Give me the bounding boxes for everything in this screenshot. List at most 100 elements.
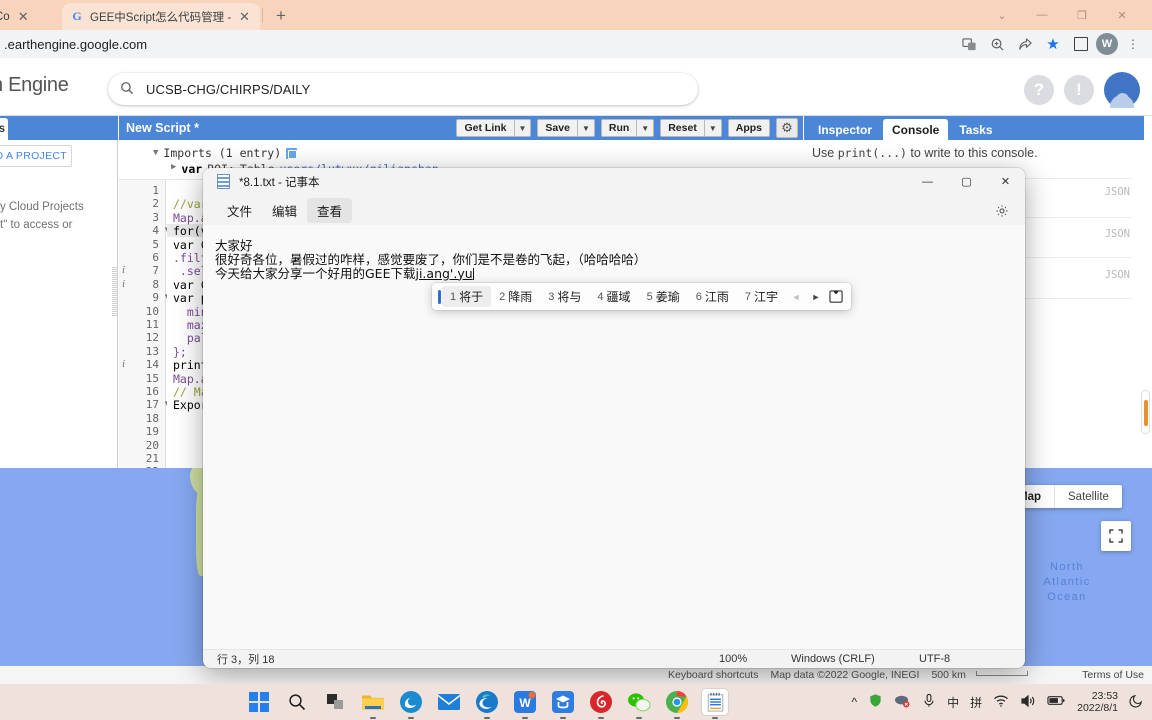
gear-icon[interactable] — [991, 201, 1013, 221]
browser-tab-1[interactable]: G GEE中Script怎么代码管理 - Goo ✕ — [62, 3, 260, 30]
edge[interactable] — [474, 689, 500, 719]
save-button[interactable]: Save — [537, 119, 577, 137]
chevron-down-icon[interactable]: ▼ — [513, 119, 532, 137]
run-button-group[interactable]: Run ▼ — [600, 119, 655, 137]
ime-candidate-5[interactable]: 5 姜瑜 — [639, 286, 688, 307]
map-type-satellite[interactable]: Satellite — [1054, 485, 1122, 508]
imports-header[interactable]: ▼ Imports (1 entry) — [153, 146, 298, 160]
ime-prev-page-icon[interactable]: ◄ — [786, 292, 806, 302]
wechat[interactable] — [626, 689, 652, 719]
task-view-button[interactable] — [322, 689, 348, 715]
alert-icon[interactable]: ! — [1064, 75, 1094, 105]
new-project-button[interactable]: O A PROJECT — [0, 145, 72, 167]
battery-icon[interactable] — [1047, 694, 1066, 710]
search-input[interactable]: UCSB-CHG/CHIRPS/DAILY — [108, 73, 698, 105]
ime-mode-indicator[interactable]: 中 — [947, 694, 959, 711]
chevron-down-icon[interactable]: ▼ — [153, 148, 158, 158]
menu-dots-icon[interactable]: ⋮ — [1120, 31, 1146, 57]
ime-candidate-4[interactable]: 4 疆域 — [589, 286, 638, 307]
reset-button-group[interactable]: Reset ▼ — [660, 119, 722, 137]
avatar[interactable] — [1104, 72, 1140, 108]
notepad[interactable] — [702, 689, 728, 719]
mail[interactable] — [436, 689, 462, 715]
tab-inspector[interactable]: Inspector — [809, 119, 881, 140]
ime-candidate-6[interactable]: 6 江雨 — [688, 286, 737, 307]
get-link-button-group[interactable]: Get Link ▼ — [456, 119, 532, 137]
save-button-group[interactable]: Save ▼ — [537, 119, 595, 137]
browser-tab-0[interactable]: gine Co ✕ — [0, 3, 42, 30]
help-icon[interactable]: ? — [1024, 75, 1054, 105]
zoom-icon[interactable] — [984, 31, 1010, 57]
close-icon[interactable]: ✕ — [1102, 0, 1142, 30]
xuexi-app[interactable] — [550, 689, 576, 719]
close-icon[interactable]: ✕ — [237, 9, 252, 24]
green-shield-icon[interactable] — [868, 693, 883, 711]
sidebar-item-assets[interactable]: ts — [0, 118, 8, 140]
mic-icon[interactable] — [922, 693, 936, 711]
terms-of-use-link[interactable]: Terms of Use — [1082, 669, 1144, 681]
netease-music[interactable] — [588, 689, 614, 719]
address-bar[interactable]: .earthengine.google.com — [0, 30, 147, 58]
chevron-down-icon[interactable]: ▼ — [636, 119, 655, 137]
ime-candidate-2[interactable]: 2 降雨 — [491, 286, 540, 307]
chevron-down-icon[interactable]: ▼ — [576, 119, 595, 137]
ime-pinyin-indicator[interactable]: 拼 — [970, 694, 982, 711]
edge-legacy[interactable] — [398, 689, 424, 719]
menu-file[interactable]: 文件 — [217, 198, 262, 223]
console-scrollbar-thumb[interactable] — [1144, 400, 1148, 426]
notepad-window[interactable]: *8.1.txt - 记事本 — ▢ ✕ 文件 编辑 查看 大家好 很好奇各位，… — [203, 168, 1025, 668]
start-button[interactable] — [246, 689, 272, 715]
menu-view[interactable]: 查看 — [307, 197, 353, 223]
zoom-level[interactable]: 100% — [719, 653, 747, 665]
console-json-label[interactable]: JSON — [1105, 269, 1130, 281]
ime-next-page-icon[interactable]: ► — [806, 292, 826, 302]
cloud-error-icon[interactable] — [894, 693, 911, 711]
maximize-icon[interactable]: ❐ — [1062, 0, 1102, 30]
new-tab-button[interactable]: + — [270, 5, 292, 27]
tab-tasks[interactable]: Tasks — [950, 119, 1001, 140]
line-info-icon[interactable]: i — [122, 278, 125, 290]
chevron-right-icon[interactable]: ▶ — [171, 162, 176, 176]
get-link-button[interactable]: Get Link — [456, 119, 514, 137]
console-json-label[interactable]: JSON — [1105, 228, 1130, 240]
wps-office[interactable]: W — [512, 689, 538, 719]
ime-candidate-1[interactable]: 1 将于 — [442, 286, 492, 307]
assets-scrollbar[interactable] — [112, 267, 117, 317]
console-json-label[interactable]: JSON — [1105, 186, 1130, 198]
gear-icon[interactable]: ⚙ — [776, 118, 798, 138]
tray-expand-icon[interactable]: ^ — [851, 695, 857, 709]
side-panel-icon[interactable] — [1068, 31, 1094, 57]
apps-button-group[interactable]: Apps — [727, 119, 770, 137]
profile-avatar[interactable]: W — [1096, 33, 1118, 55]
line-info-icon[interactable]: i — [122, 264, 125, 276]
encoding[interactable]: UTF-8 — [919, 653, 950, 665]
translate-icon[interactable] — [956, 31, 982, 57]
apps-button[interactable]: Apps — [727, 119, 770, 137]
moon-icon[interactable] — [1129, 693, 1144, 711]
tab-console[interactable]: Console — [883, 119, 949, 140]
file-explorer[interactable] — [360, 689, 386, 719]
ime-candidate-7[interactable]: 7 江宇 — [737, 286, 786, 307]
notepad-titlebar[interactable]: *8.1.txt - 记事本 — ▢ ✕ — [203, 168, 1025, 195]
chrome[interactable] — [664, 689, 690, 719]
close-icon[interactable]: ✕ — [986, 168, 1025, 195]
ime-candidate-bar[interactable]: 1 将于 2 降雨 3 将与 4 疆域 5 姜瑜 6 江雨 7 江宇 ◄ ► — [432, 283, 851, 310]
clock[interactable]: 23:53 2022/8/1 — [1077, 690, 1118, 714]
line-info-icon[interactable]: i — [122, 358, 125, 370]
share-icon[interactable] — [1012, 31, 1038, 57]
run-button[interactable]: Run — [600, 119, 637, 137]
reset-button[interactable]: Reset — [660, 119, 704, 137]
minimize-icon[interactable]: — — [1022, 0, 1062, 30]
menu-edit[interactable]: 编辑 — [262, 198, 307, 223]
chevron-down-icon[interactable]: ⌄ — [982, 0, 1022, 30]
line-ending[interactable]: Windows (CRLF) — [791, 653, 875, 665]
search-button[interactable] — [284, 689, 310, 715]
ime-candidate-3[interactable]: 3 将与 — [540, 286, 589, 307]
ime-logo-icon[interactable] — [826, 289, 848, 304]
fullscreen-icon[interactable] — [1101, 521, 1131, 551]
wifi-icon[interactable] — [993, 694, 1009, 711]
chevron-down-icon[interactable]: ▼ — [703, 119, 722, 137]
bookmark-star-icon[interactable]: ★ — [1040, 31, 1066, 57]
volume-icon[interactable] — [1020, 694, 1036, 711]
minimize-icon[interactable]: — — [908, 168, 947, 195]
